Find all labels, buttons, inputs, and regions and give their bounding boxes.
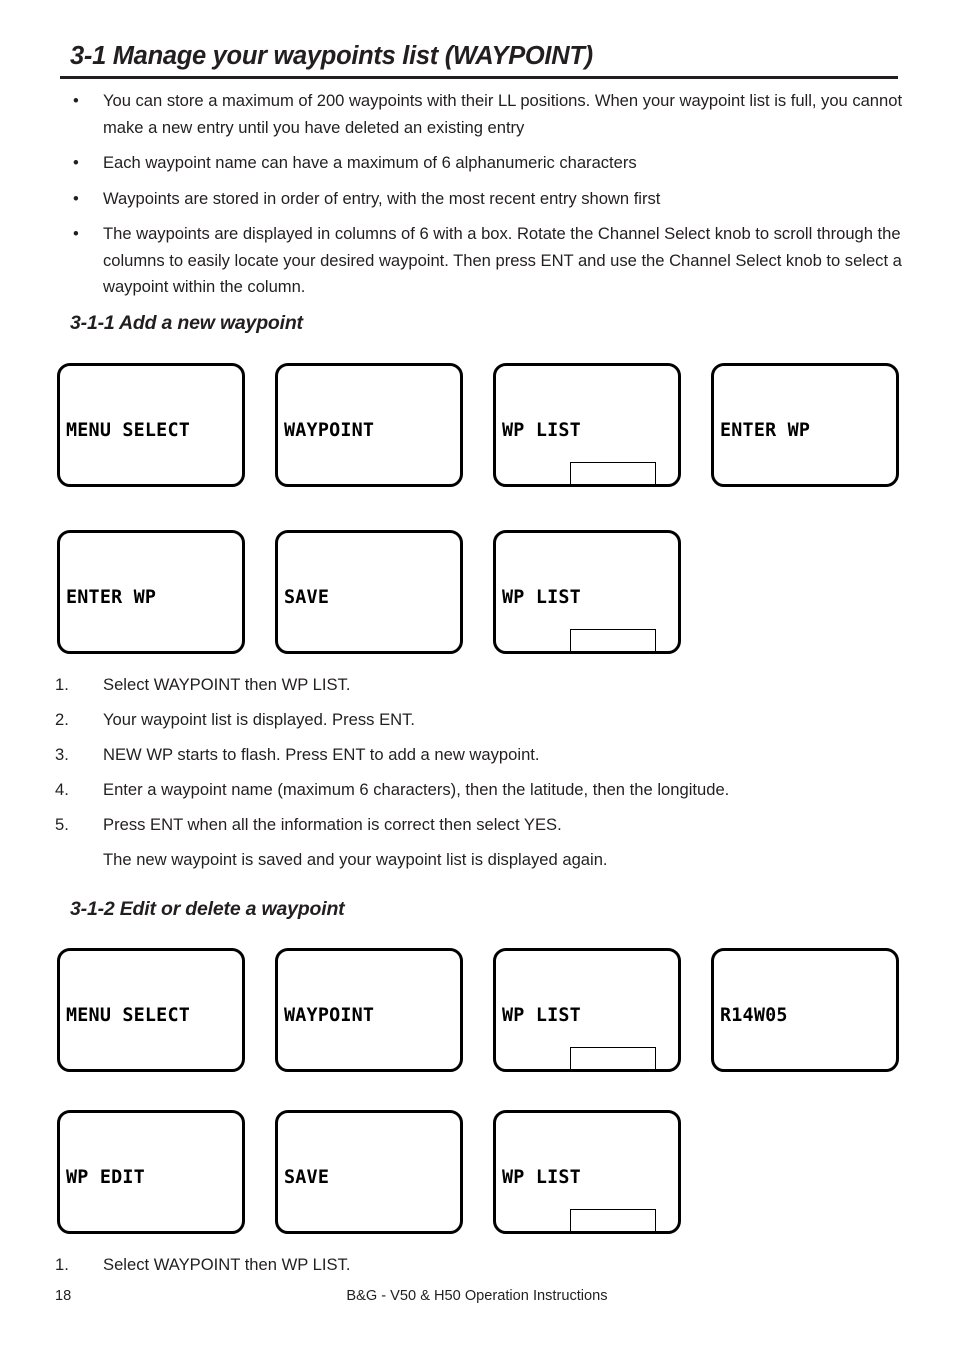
- step-text: Press ENT when all the information is co…: [103, 815, 562, 834]
- lcd-title: R14W05: [720, 1005, 788, 1027]
- lcd-screen-enter-wp-blank: ENTER WP ° . ′N ° . ′W: [711, 363, 899, 487]
- selected-column-box: [569, 462, 656, 484]
- lcd-screen-wp-list-4: WP LIST NEW WP R01W04 R01W01 R14END R01W…: [493, 1110, 681, 1234]
- waypoint-name-value: R01W07: [66, 649, 242, 651]
- lcd-title: ENTER WP: [720, 420, 811, 442]
- step-text: Enter a waypoint name (maximum 6 charact…: [103, 780, 730, 799]
- lcd-screen-save-new: SAVE ▶YES NO: [275, 530, 463, 654]
- lcd-selected-label: WAYPOINT: [76, 1067, 166, 1069]
- step-text: NEW WP starts to flash. Press ENT to add…: [103, 745, 540, 764]
- lcd-selected-row: ▶WP LIST: [284, 1067, 460, 1069]
- lcd-spacer: [720, 483, 896, 484]
- lcd-spacer: [284, 650, 460, 651]
- lcd-selected-row: ▶WP EDIT: [720, 1067, 896, 1069]
- waypoint-grid: NEW WP R01W04 R01W01 R14W05 R01W02 R14W0…: [569, 462, 678, 484]
- lcd-title: WP LIST: [502, 1005, 581, 1027]
- lcd-title: WP EDIT: [66, 1167, 145, 1189]
- waypoint-name-value: R14END: [66, 1229, 242, 1231]
- footer-document-title: B&G - V50 & H50 Operation Instructions: [346, 1288, 608, 1304]
- bullet-text: Waypoints are stored in order of entry, …: [103, 188, 661, 208]
- list-item: • Waypoints are stored in order of entry…: [70, 186, 904, 213]
- lcd-title: WP LIST: [502, 420, 581, 442]
- bullet-text: You can store a maximum of 200 waypoints…: [103, 91, 903, 137]
- list-item: 3. NEW WP starts to flash. Press ENT to …: [55, 742, 895, 768]
- lcd-title: WP LIST: [502, 1167, 581, 1189]
- lcd-selected-label: WP EDIT: [730, 1067, 809, 1069]
- header-divider: [60, 76, 898, 79]
- list-item: 4. Enter a waypoint name (maximum 6 char…: [55, 777, 895, 803]
- list-item: 5. Press ENT when all the information is…: [55, 812, 895, 838]
- lcd-screen-save-edit: SAVE R14END ▶YES NO: [275, 1110, 463, 1234]
- section-note: The new waypoint is saved and your waypo…: [55, 847, 895, 873]
- step-number: 5.: [55, 815, 69, 834]
- list-item: • The waypoints are displayed in columns…: [70, 221, 904, 301]
- lcd-screen-wp-edit: WP EDIT R14END 17°32.233′N 160°45.651′E: [57, 1110, 245, 1234]
- step-number: 2.: [55, 710, 69, 729]
- lcd-selected-label: WP LIST: [294, 482, 373, 484]
- lcd-title: WAYPOINT: [284, 420, 375, 442]
- lcd-screen-wp-list-1: WP LIST NEW WP R01W04 R01W01 R14W05 R01W…: [493, 363, 681, 487]
- bullet-text: Each waypoint name can have a maximum of…: [103, 153, 637, 172]
- bullet-marker-icon: •: [73, 92, 79, 110]
- lcd-screen-wp-action-menu: R14W05 ▶WP EDIT DELETE GO TX WPT DATA: [711, 948, 899, 1072]
- bullet-marker-icon: •: [73, 154, 79, 172]
- bullet-marker-icon: •: [73, 189, 79, 208]
- lcd-screen-wp-list-2: WP LIST NEW WP R01W04 R01W01 R14W05 R01W…: [493, 530, 681, 654]
- section-heading-add-waypoint: 3-1-1 Add a new waypoint: [70, 312, 303, 334]
- lcd-selected-label: WP LIST: [294, 1067, 373, 1069]
- lcd-screen-enter-wp-filled: ENTER WP R01W07 17°32.233′N 160°45.651′E: [57, 530, 245, 654]
- waypoint-name-value: R14END: [284, 1229, 460, 1231]
- waypoint-grid: NEW WP R01W04 R01W01 R14W05 R01W02 R14W0…: [569, 629, 678, 651]
- step-number: 3.: [55, 745, 69, 764]
- lcd-title: WAYPOINT: [284, 1005, 375, 1027]
- step-number: 1.: [55, 675, 69, 694]
- selected-column-box: [569, 1047, 656, 1069]
- section-heading-edit-waypoint: 3-1-2 Edit or delete a waypoint: [70, 898, 345, 920]
- step-text: Your waypoint list is displayed. Press E…: [103, 710, 416, 729]
- lcd-selected-row: ▶WAYPOINT: [66, 482, 242, 484]
- page-title: 3-1 Manage your waypoints list (WAYPOINT…: [70, 42, 593, 70]
- lcd-screen-waypoint-menu-2: WAYPOINT ▶WP LIST NEAREST WP TEMP: [275, 948, 463, 1072]
- bullet-marker-icon: •: [73, 225, 79, 243]
- note-text: The new waypoint is saved and your waypo…: [103, 850, 608, 869]
- lcd-screen-waypoint-menu: WAYPOINT ▶WP LIST NEAREST WP TEMP: [275, 363, 463, 487]
- lcd-title: WP LIST: [502, 587, 581, 609]
- bullet-text: The waypoints are displayed in columns o…: [103, 224, 902, 296]
- list-item: • You can store a maximum of 200 waypoin…: [70, 88, 904, 141]
- lcd-title: SAVE: [284, 587, 330, 609]
- list-item: 2. Your waypoint list is displayed. Pres…: [55, 707, 895, 733]
- list-item: 1. Select WAYPOINT then WP LIST.: [55, 1252, 895, 1278]
- steps-edit-waypoint: 1. Select WAYPOINT then WP LIST.: [55, 1252, 895, 1287]
- lcd-title: MENU SELECT: [66, 420, 190, 442]
- lcd-selected-row: ▶WP LIST: [284, 482, 460, 484]
- step-number: 4.: [55, 780, 69, 799]
- list-item: 1. Select WAYPOINT then WP LIST.: [55, 672, 895, 698]
- lcd-screen-menu-select: MENU SELECT ▶WAYPOINT BACKLIGHT BUDDY LI…: [57, 363, 245, 487]
- lcd-screen-menu-select-2: MENU SELECT ▶WAYPOINT BACKLIGHT BUDDY LI…: [57, 948, 245, 1072]
- lcd-title: MENU SELECT: [66, 1005, 190, 1027]
- lcd-selected-row: ▶WAYPOINT: [66, 1067, 242, 1069]
- lcd-selected-label: WAYPOINT: [76, 482, 166, 484]
- waypoint-grid: NEW WP R01W04 R01W01 R14END R01W02 R14W0…: [569, 1209, 678, 1231]
- manual-page: 3-1 Manage your waypoints list (WAYPOINT…: [0, 0, 954, 1347]
- step-text: Select WAYPOINT then WP LIST.: [103, 1255, 351, 1274]
- steps-add-waypoint: 1. Select WAYPOINT then WP LIST. 2. Your…: [55, 672, 895, 882]
- list-item: • Each waypoint name can have a maximum …: [70, 150, 904, 177]
- lcd-title: ENTER WP: [66, 587, 157, 609]
- waypoint-grid: NEW WP R01W04 R01W01 R14W05 R01W02 R14W0…: [569, 1047, 678, 1069]
- lcd-title: SAVE: [284, 1167, 330, 1189]
- lcd-screen-wp-list-3: WP LIST NEW WP R01W04 R01W01 R14W05 R01W…: [493, 948, 681, 1072]
- step-number: 1.: [55, 1255, 69, 1274]
- intro-bullet-list: • You can store a maximum of 200 waypoin…: [70, 88, 904, 310]
- step-text: Select WAYPOINT then WP LIST.: [103, 675, 351, 694]
- selected-column-box: [569, 1209, 656, 1231]
- selected-column-box: [569, 629, 656, 651]
